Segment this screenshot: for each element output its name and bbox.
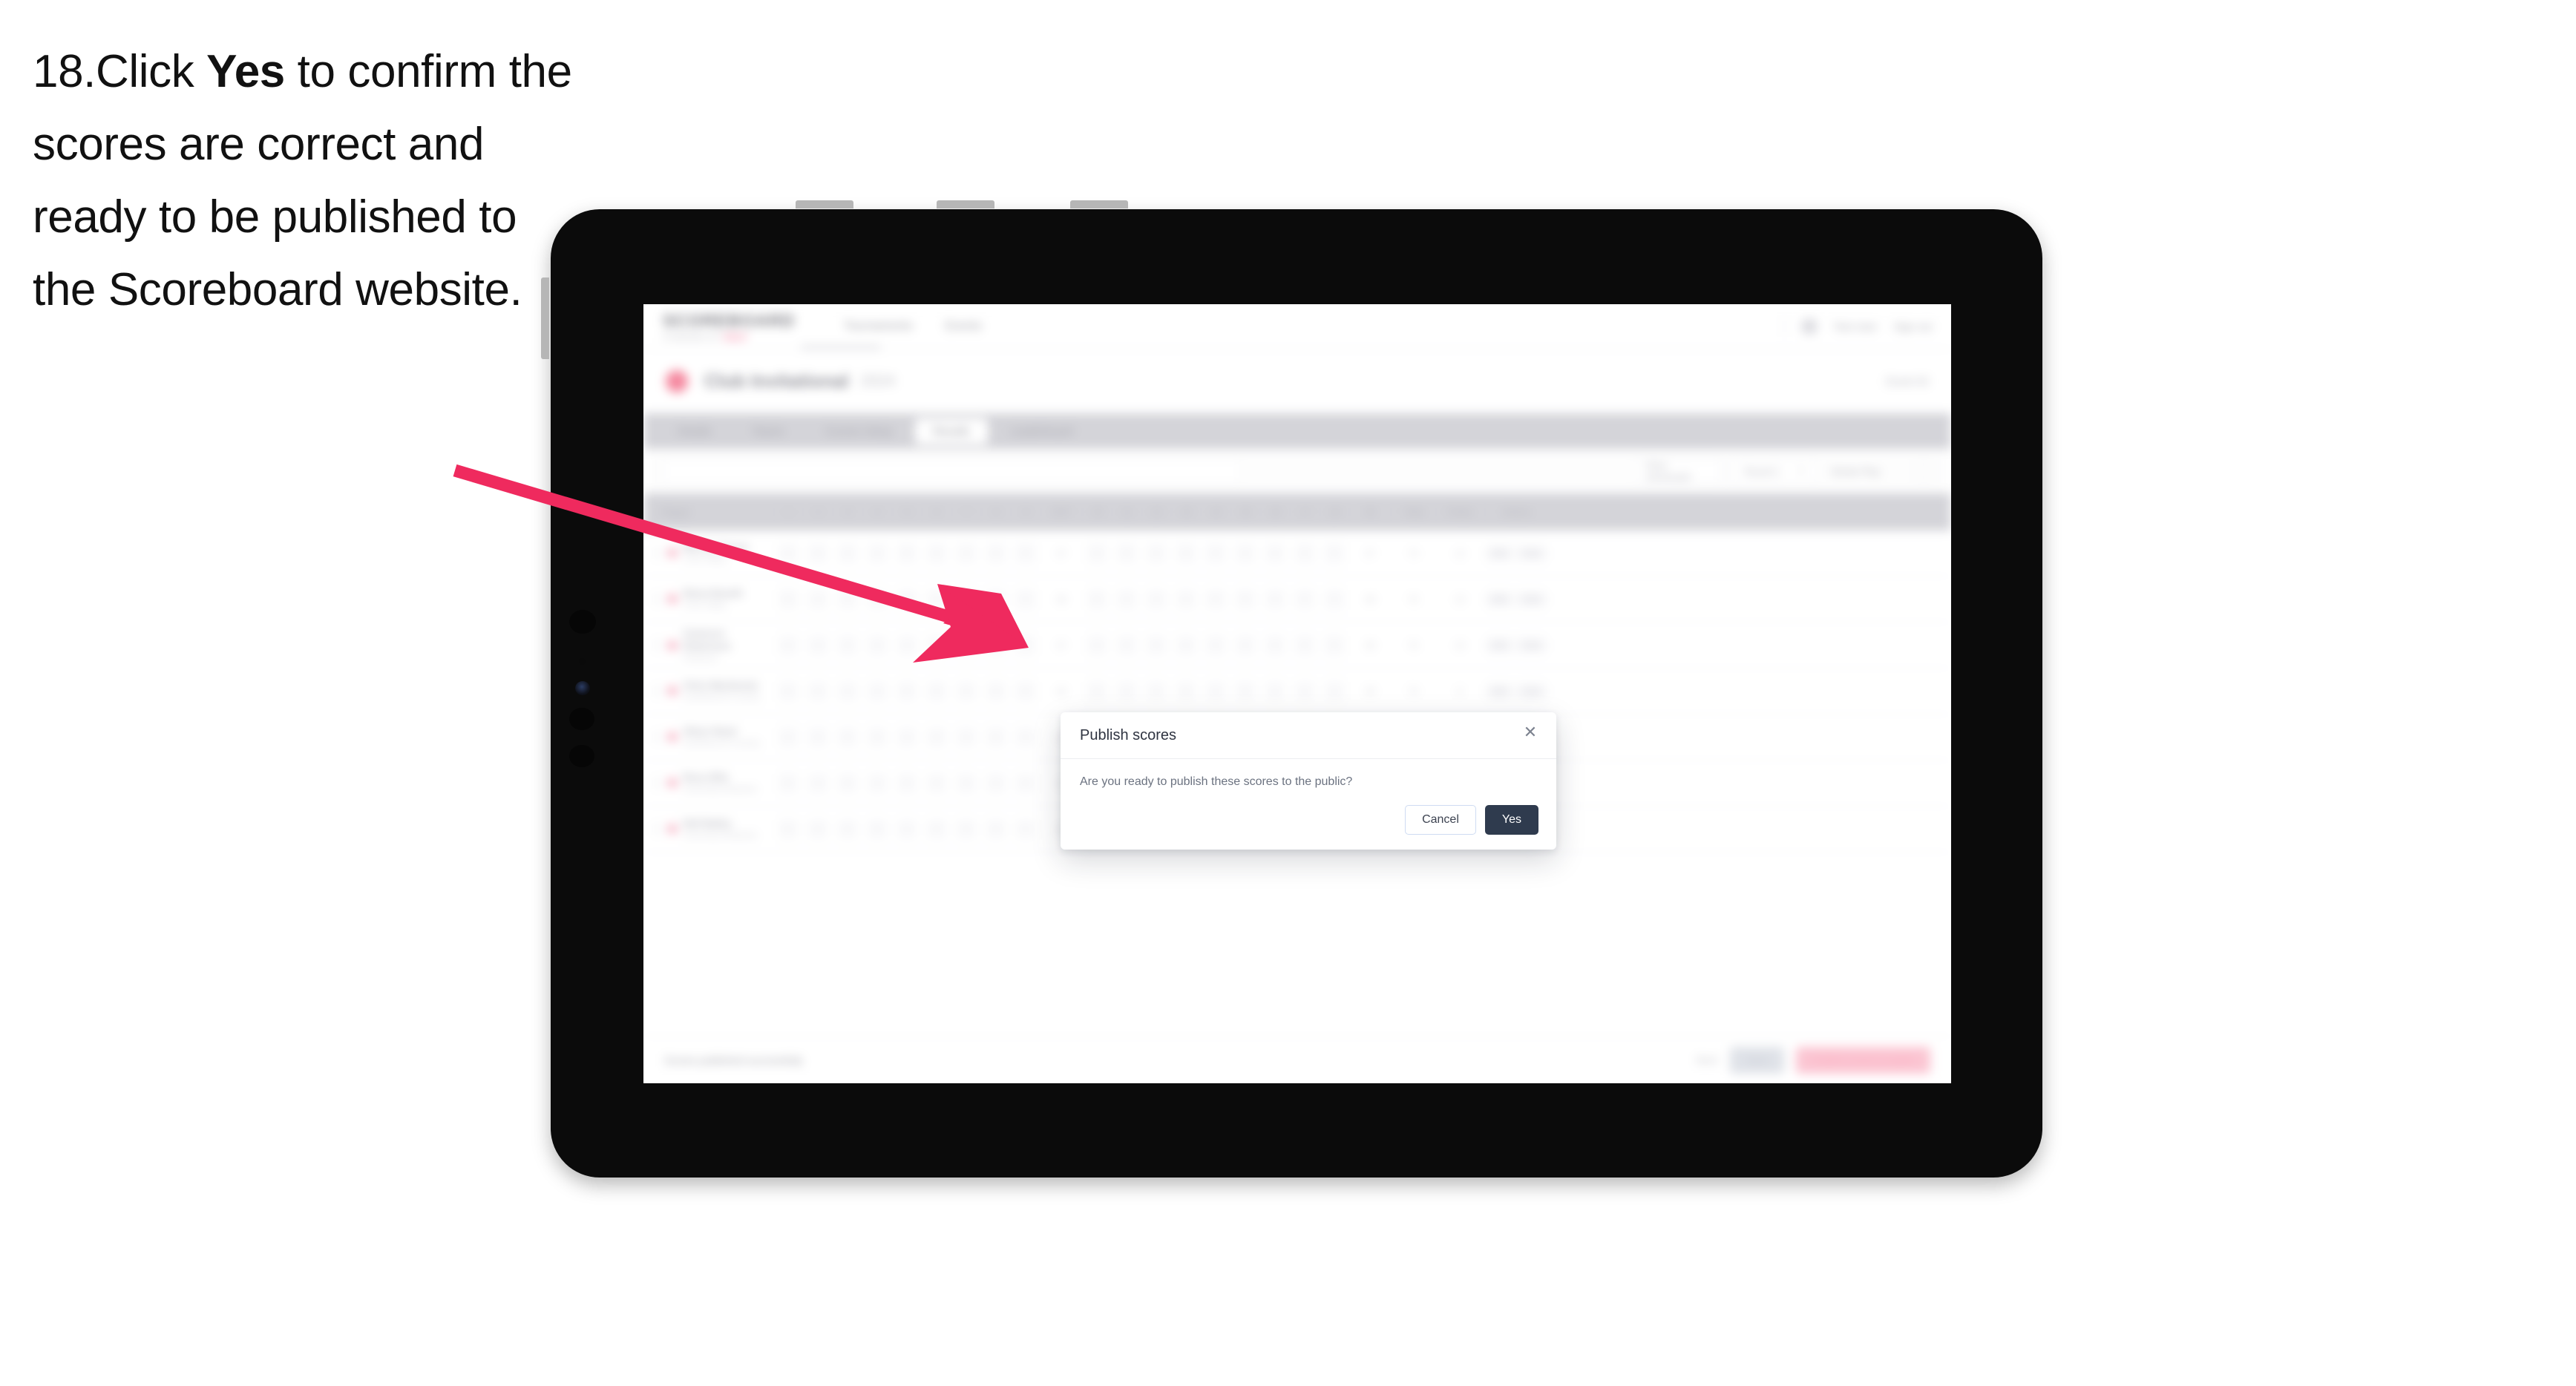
- caption-pre: Click: [96, 46, 207, 97]
- close-icon[interactable]: ✕: [1521, 723, 1540, 742]
- hardware-button-top-3[interactable]: [1070, 200, 1128, 208]
- caption-number: 18.: [33, 46, 96, 97]
- dialog-header: Publish scores ✕: [1061, 712, 1556, 759]
- dialog-actions: Cancel Yes: [1405, 805, 1538, 835]
- yes-button[interactable]: Yes: [1484, 805, 1538, 835]
- caption-bold-yes: Yes: [206, 46, 285, 97]
- sensor-dot-icon: [579, 658, 586, 665]
- modal-layer: Publish scores ✕ Are you ready to publis…: [643, 304, 1951, 1083]
- cancel-button[interactable]: Cancel: [1405, 805, 1476, 835]
- speaker-hole-2-icon: [569, 745, 594, 767]
- tablet-device: SCOREBOARD POWERED BY GOLF Tournaments E…: [541, 200, 2050, 1184]
- hardware-button-top-2[interactable]: [937, 200, 994, 208]
- front-camera-icon: [575, 681, 590, 695]
- microphone-hole-icon: [569, 708, 594, 730]
- publish-scores-dialog: Publish scores ✕ Are you ready to publis…: [1061, 712, 1556, 850]
- dialog-body: Are you ready to publish these scores to…: [1061, 759, 1556, 789]
- hardware-button-top-1[interactable]: [796, 200, 853, 208]
- instruction-caption: 18.Click Yes to confirm the scores are c…: [33, 36, 574, 326]
- hardware-button-power[interactable]: [541, 277, 549, 359]
- dialog-message: Are you ready to publish these scores to…: [1080, 775, 1353, 788]
- speaker-hole-icon: [569, 610, 596, 634]
- dialog-title: Publish scores: [1080, 726, 1177, 743]
- slide-canvas: 18.Click Yes to confirm the scores are c…: [0, 0, 2576, 1386]
- tablet-screen: SCOREBOARD POWERED BY GOLF Tournaments E…: [643, 304, 1951, 1083]
